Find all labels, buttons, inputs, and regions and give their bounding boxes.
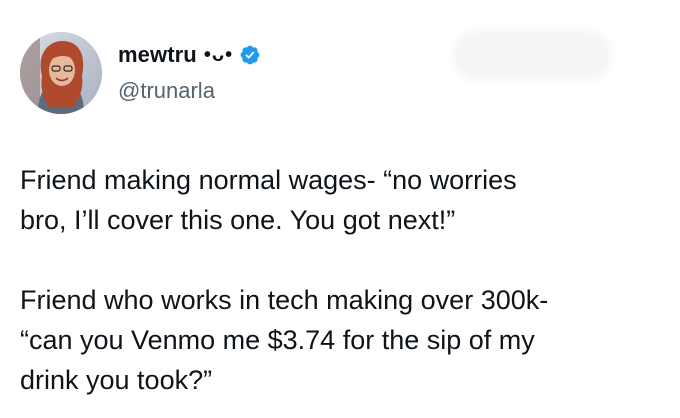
avatar-image	[20, 32, 102, 114]
name-emoticon: •ᴗ•	[203, 43, 234, 66]
avatar[interactable]	[20, 32, 102, 114]
author-name-row[interactable]: mewtru •ᴗ•	[118, 40, 261, 70]
author-handle[interactable]: @trunarla	[118, 78, 215, 104]
tweet-card: mewtru •ᴗ• @trunarla Friend making norma…	[0, 0, 680, 418]
follow-button[interactable]	[452, 30, 612, 80]
tweet-paragraph: Friend making normal wages- “no worries …	[20, 165, 517, 235]
tweet-paragraph: Friend who works in tech making over 300…	[20, 285, 549, 395]
tweet-text: Friend making normal wages- “no worries …	[20, 160, 670, 400]
author-display-name[interactable]: mewtru	[118, 42, 197, 68]
verified-badge-icon	[239, 44, 261, 66]
